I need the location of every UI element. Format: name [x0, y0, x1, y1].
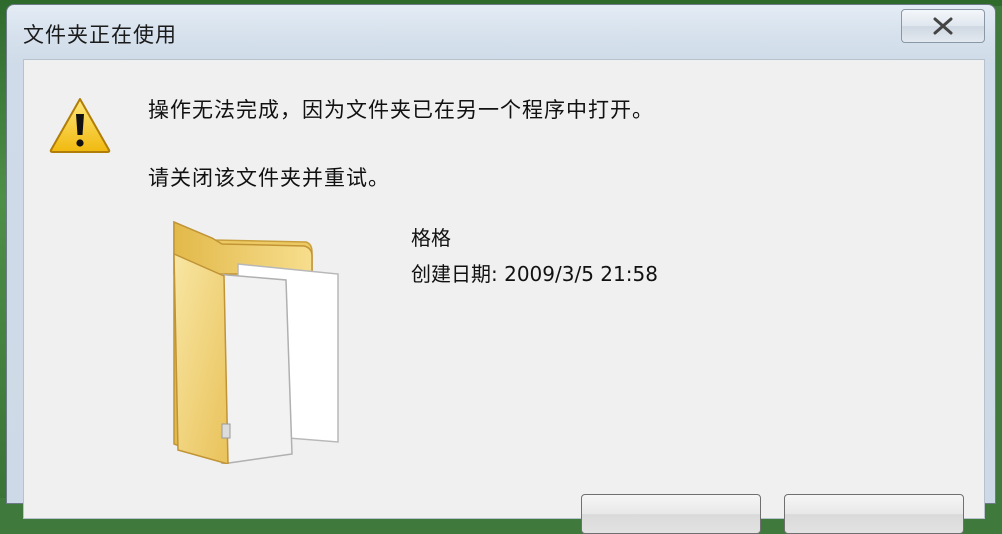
folder-name: 格格 [411, 226, 451, 250]
file-in-use-dialog: 文件夹正在使用 操作无法完成，因为文件夹已在另一个程序中打开。 请关闭该文件夹并… [6, 4, 996, 534]
error-message: 操作无法完成，因为文件夹已在另一个程序中打开。 [148, 98, 654, 122]
instruction-message: 请关闭该文件夹并重试。 [148, 166, 390, 190]
close-icon [933, 17, 953, 35]
dialog-content: 操作无法完成，因为文件夹已在另一个程序中打开。 请关闭该文件夹并重试。 格格 创… [23, 59, 985, 534]
folder-icon [173, 220, 339, 464]
warning-icon [49, 98, 111, 153]
close-button[interactable] [901, 9, 985, 43]
retry-button[interactable] [581, 494, 761, 534]
folder-created-date: 创建日期: 2009/3/5 21:58 [411, 258, 658, 287]
window-title: 文件夹正在使用 [23, 23, 177, 47]
created-date-value: 2009/3/5 21:58 [504, 262, 658, 286]
created-date-label: 创建日期: [411, 262, 498, 286]
cancel-button[interactable] [784, 494, 964, 534]
